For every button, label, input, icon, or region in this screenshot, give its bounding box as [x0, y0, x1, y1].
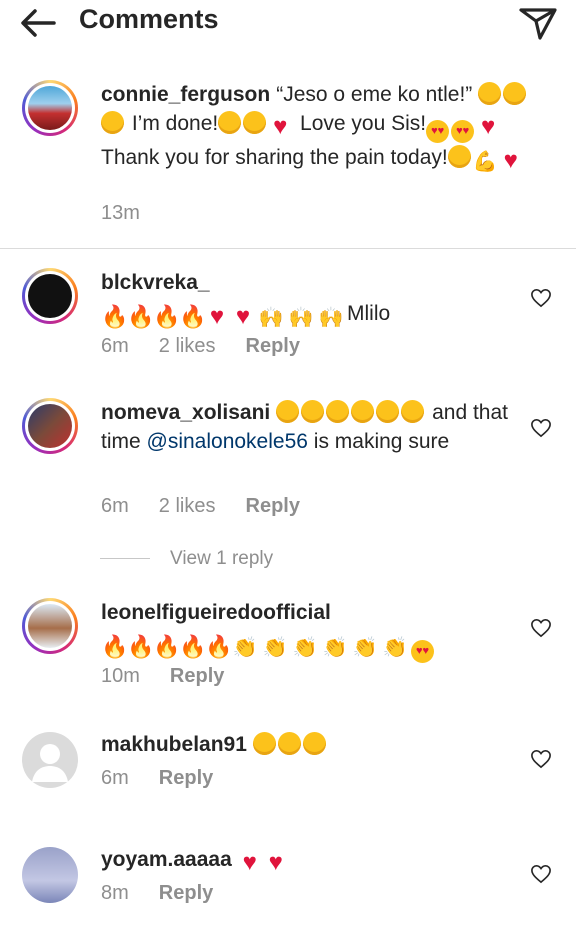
- avatar[interactable]: [22, 598, 78, 654]
- comment-meta: 6m 2 likes Reply: [101, 495, 330, 518]
- comment-text: is making sure: [307, 430, 450, 453]
- back-arrow-icon[interactable]: [18, 6, 58, 40]
- avatar[interactable]: [22, 268, 78, 324]
- likes-count[interactable]: 2 likes: [159, 335, 216, 357]
- comment-text: Love you Sis!: [294, 112, 427, 135]
- comment-username[interactable]: connie_ferguson: [101, 83, 270, 106]
- comment-time: 13m: [101, 202, 140, 224]
- comment-username[interactable]: yoyam.aaaaa: [101, 848, 232, 871]
- like-heart-icon[interactable]: [530, 618, 552, 638]
- reply-button[interactable]: Reply: [170, 665, 224, 687]
- reply-button[interactable]: Reply: [246, 495, 300, 517]
- comment-meta: 6m Reply: [101, 767, 243, 790]
- comment-meta: 10m Reply: [101, 665, 254, 688]
- comment-username[interactable]: blckvreka_: [101, 268, 514, 297]
- avatar[interactable]: [22, 398, 78, 454]
- comment-text: I’m done!: [126, 112, 219, 135]
- like-heart-icon[interactable]: [530, 749, 552, 769]
- comment-text: Mlilo: [347, 302, 391, 325]
- comment-time: 6m: [101, 495, 129, 517]
- comment-time: 10m: [101, 665, 140, 687]
- comment-text: Thank you for sharing the pain today!: [101, 146, 448, 169]
- like-heart-icon[interactable]: [530, 288, 552, 308]
- comment-username[interactable]: nomeva_xolisani: [101, 401, 270, 424]
- likes-count[interactable]: 2 likes: [159, 495, 216, 517]
- send-icon[interactable]: [518, 5, 558, 41]
- comment-time: 6m: [101, 767, 129, 789]
- reply-button[interactable]: Reply: [159, 882, 213, 904]
- mention-link[interactable]: @sinalonokele56: [147, 430, 308, 453]
- comment-meta: 13m: [101, 202, 170, 225]
- page-title: Comments: [79, 4, 219, 34]
- divider: [0, 248, 576, 249]
- comment-time: 6m: [101, 335, 129, 357]
- header-bar: Comments: [0, 0, 576, 48]
- like-heart-icon[interactable]: [530, 864, 552, 884]
- reply-button[interactable]: Reply: [159, 767, 213, 789]
- comment-text: “Jeso o eme ko ntle!”: [276, 83, 479, 106]
- avatar[interactable]: [22, 80, 78, 136]
- comment-meta: 8m Reply: [101, 882, 243, 905]
- avatar[interactable]: [22, 847, 78, 903]
- avatar[interactable]: [22, 732, 78, 788]
- view-replies-button[interactable]: View 1 reply: [100, 548, 273, 570]
- comment-meta: 6m 2 likes Reply: [101, 335, 330, 358]
- reply-button[interactable]: Reply: [246, 335, 300, 357]
- comment-username[interactable]: makhubelan91: [101, 733, 247, 756]
- like-heart-icon[interactable]: [530, 418, 552, 438]
- comment-username[interactable]: leonelfigueiredoofficial: [101, 598, 514, 627]
- comment-time: 8m: [101, 882, 129, 904]
